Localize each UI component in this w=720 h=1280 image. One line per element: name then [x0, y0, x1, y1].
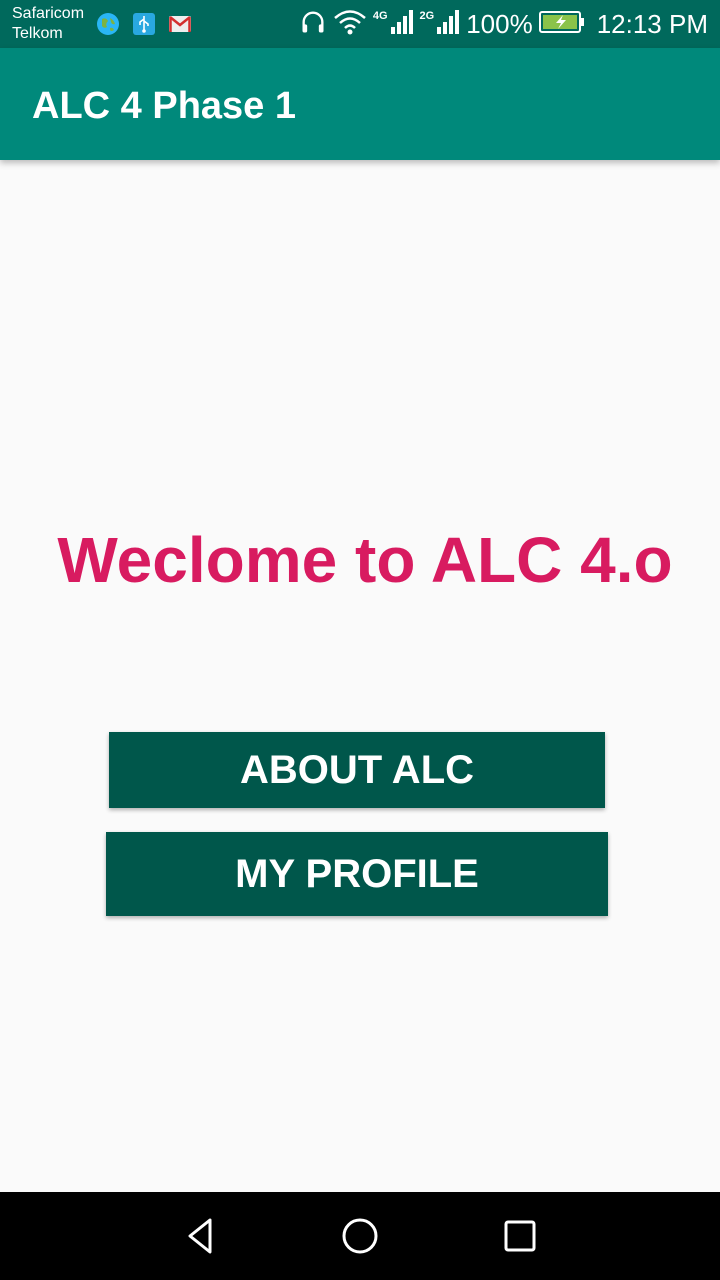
home-icon[interactable]: [332, 1208, 388, 1264]
carrier-name-2: Telkom: [12, 25, 63, 42]
back-icon[interactable]: [172, 1208, 228, 1264]
notification-icons: [96, 12, 192, 36]
globe-icon: [96, 12, 120, 36]
network-type-1: 4G: [372, 10, 388, 22]
signal-icon-2: [436, 9, 460, 40]
wifi-icon: [333, 8, 367, 41]
my-profile-button[interactable]: MY PROFILE: [106, 832, 608, 916]
gmail-icon: [168, 12, 192, 36]
navigation-bar: [0, 1192, 720, 1280]
signal-icon: [390, 9, 414, 40]
battery-percentage: 100%: [466, 9, 533, 39]
app-title: ALC 4 Phase 1: [32, 85, 296, 127]
carrier-info: Safaricom Telkom: [12, 4, 84, 44]
carrier-name-1: Safaricom: [12, 5, 85, 22]
status-bar: Safaricom Telkom 4G 2G 100% 12:13 PM: [0, 0, 720, 48]
about-alc-button[interactable]: ABOUT ALC: [109, 732, 605, 808]
usb-icon: [132, 12, 156, 36]
welcome-heading: Weclome to ALC 4.o: [57, 524, 673, 596]
network-type-2: 2G: [419, 10, 435, 22]
app-bar: ALC 4 Phase 1: [0, 48, 720, 160]
status-indicators: 4G 2G 100% 12:13 PM: [299, 8, 708, 40]
clock: 12:13 PM: [596, 9, 708, 39]
battery-charging-icon: [538, 10, 585, 39]
recent-apps-icon[interactable]: [492, 1208, 548, 1264]
headphones-icon: [299, 8, 327, 41]
